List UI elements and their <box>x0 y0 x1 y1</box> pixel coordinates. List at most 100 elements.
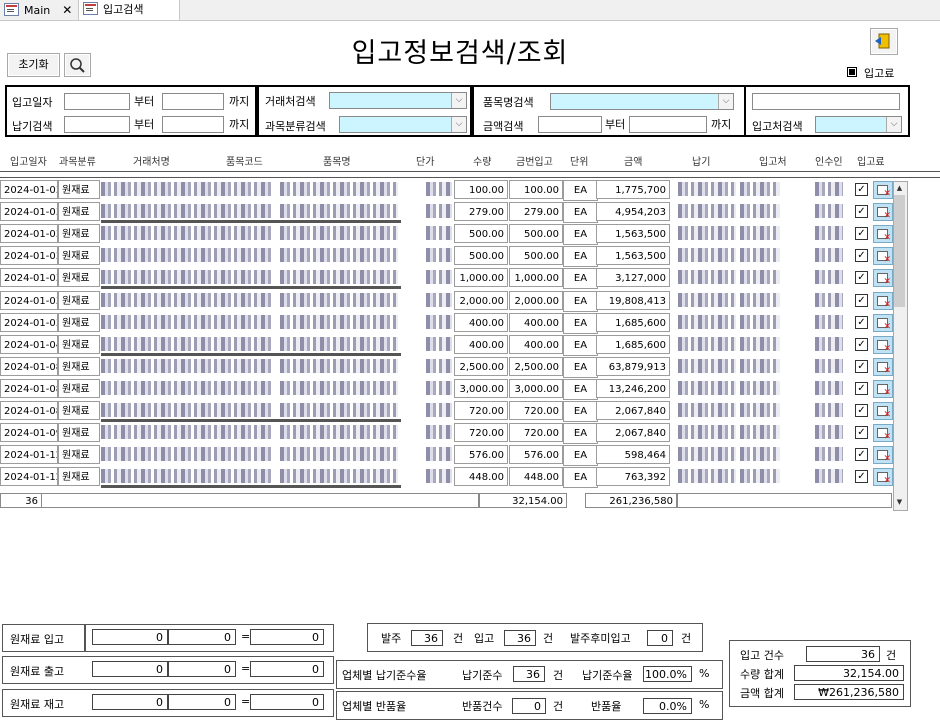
cell-category[interactable]: 원재료 <box>58 445 100 464</box>
cell-due[interactable] <box>678 381 736 395</box>
cell-in-date[interactable]: 2024-01-04 <box>0 335 58 354</box>
finished-checkbox[interactable]: ✓ <box>855 470 868 483</box>
cell-unit-price[interactable] <box>426 381 452 395</box>
cell-vendor[interactable] <box>101 337 201 351</box>
cell-acceptor[interactable] <box>815 403 843 417</box>
cell-due[interactable] <box>678 182 736 196</box>
cell-unit[interactable]: EA <box>563 268 598 289</box>
cell-amount[interactable]: 4,954,203 <box>596 202 670 221</box>
finished-checkbox[interactable]: ✓ <box>855 316 868 329</box>
scroll-up-arrow[interactable]: ▲ <box>894 183 905 194</box>
table-row[interactable]: 2024-01-03 원재료 279.00 279.00 EA 4,954,203 ✓ <box>0 201 905 223</box>
cell-item-code[interactable] <box>201 182 273 196</box>
cell-amount[interactable]: 1,563,500 <box>596 224 670 243</box>
cell-due[interactable] <box>678 248 736 262</box>
cell-unit-price[interactable] <box>426 315 452 329</box>
cell-acceptor[interactable] <box>815 469 843 483</box>
finished-checkbox[interactable]: ✓ <box>855 249 868 262</box>
cell-category[interactable]: 원재료 <box>58 401 100 420</box>
table-row[interactable]: 2024-01-09 원재료 720.00 720.00 EA 2,067,840 ✓ <box>0 422 905 444</box>
finished-checkbox[interactable]: ✓ <box>855 271 868 284</box>
cell-unit-price[interactable] <box>426 337 452 351</box>
cell-receiver[interactable] <box>740 248 780 262</box>
cell-current-in[interactable]: 400.00 <box>509 335 563 354</box>
finished-checkbox[interactable]: ✓ <box>855 205 868 218</box>
cell-category[interactable]: 원재료 <box>58 423 100 442</box>
cell-acceptor[interactable] <box>815 204 843 218</box>
close-icon[interactable]: ✕ <box>62 3 72 17</box>
cell-item-code[interactable] <box>201 315 273 329</box>
cell-item-name[interactable] <box>280 293 398 307</box>
receiver-search-combo[interactable]: ⌵ <box>815 116 902 133</box>
cell-in-date[interactable]: 2024-01-03 <box>0 291 58 310</box>
table-row[interactable]: 2024-01-03 원재료 1,000.00 1,000.00 EA 3,127,000… <box>0 267 905 289</box>
cell-item-name[interactable] <box>280 270 398 284</box>
delete-row-icon[interactable] <box>873 468 893 486</box>
cell-qty[interactable]: 500.00 <box>454 224 508 243</box>
delete-row-icon[interactable] <box>873 380 893 398</box>
cell-item-code[interactable] <box>201 447 273 461</box>
cell-qty[interactable]: 448.00 <box>454 467 508 486</box>
finished-checkbox[interactable]: ✓ <box>855 382 868 395</box>
cell-vendor[interactable] <box>101 381 201 395</box>
cell-receiver[interactable] <box>740 425 780 439</box>
in-date-to-field[interactable] <box>162 93 224 110</box>
finished-checkbox[interactable] <box>847 67 857 77</box>
cell-item-code[interactable] <box>201 337 273 351</box>
cell-acceptor[interactable] <box>815 315 843 329</box>
finished-checkbox[interactable]: ✓ <box>855 338 868 351</box>
cell-acceptor[interactable] <box>815 381 843 395</box>
cell-in-date[interactable]: 2024-01-08 <box>0 401 58 420</box>
reset-button[interactable]: 초기화 <box>7 53 60 77</box>
cell-unit[interactable]: EA <box>563 379 598 400</box>
cell-unit-price[interactable] <box>426 293 452 307</box>
cell-qty[interactable]: 2,500.00 <box>454 357 508 376</box>
cell-receiver[interactable] <box>740 293 780 307</box>
table-row[interactable]: 2024-01-12 원재료 448.00 448.00 EA 763,392 ✓ <box>0 466 905 488</box>
cell-qty[interactable]: 1,000.00 <box>454 268 508 287</box>
finished-checkbox[interactable]: ✓ <box>855 426 868 439</box>
finished-checkbox[interactable]: ✓ <box>855 227 868 240</box>
delete-row-icon[interactable] <box>873 203 893 221</box>
cell-receiver[interactable] <box>740 381 780 395</box>
cell-amount[interactable]: 13,246,200 <box>596 379 670 398</box>
cell-item-name[interactable] <box>280 204 398 218</box>
delete-row-icon[interactable] <box>873 424 893 442</box>
amount-from-field[interactable] <box>538 116 602 133</box>
cell-current-in[interactable]: 720.00 <box>509 401 563 420</box>
cell-current-in[interactable]: 2,000.00 <box>509 291 563 310</box>
cell-unit[interactable]: EA <box>563 291 598 312</box>
cell-current-in[interactable]: 720.00 <box>509 423 563 442</box>
cell-acceptor[interactable] <box>815 182 843 196</box>
table-row[interactable]: 2024-01-08 원재료 720.00 720.00 EA 2,067,840 ✓ <box>0 400 905 422</box>
cell-current-in[interactable]: 279.00 <box>509 202 563 221</box>
cell-current-in[interactable]: 2,500.00 <box>509 357 563 376</box>
cell-acceptor[interactable] <box>815 226 843 240</box>
cell-unit[interactable]: EA <box>563 423 598 444</box>
delete-row-icon[interactable] <box>873 181 893 199</box>
cell-qty[interactable]: 720.00 <box>454 401 508 420</box>
cell-unit[interactable]: EA <box>563 224 598 245</box>
cell-item-code[interactable] <box>201 270 273 284</box>
cell-in-date[interactable]: 2024-01-12 <box>0 467 58 486</box>
cell-acceptor[interactable] <box>815 447 843 461</box>
cell-item-name[interactable] <box>280 359 398 373</box>
cell-qty[interactable]: 576.00 <box>454 445 508 464</box>
cell-due[interactable] <box>678 359 736 373</box>
table-row[interactable]: 2024-01-03 원재료 500.00 500.00 EA 1,563,500 ✓ <box>0 245 905 267</box>
search-button[interactable] <box>64 53 91 77</box>
finished-checkbox[interactable]: ✓ <box>855 404 868 417</box>
cell-item-name[interactable] <box>280 469 398 483</box>
cell-vendor[interactable] <box>101 403 201 417</box>
cell-current-in[interactable]: 448.00 <box>509 467 563 486</box>
cell-in-date[interactable]: 2024-01-03 <box>0 246 58 265</box>
table-row[interactable]: 2024-01-03 원재료 100.00 100.00 EA 1,775,700 ✓ <box>0 179 905 201</box>
cell-qty[interactable]: 400.00 <box>454 335 508 354</box>
scroll-down-arrow[interactable]: ▼ <box>894 497 905 508</box>
cell-category[interactable]: 원재료 <box>58 268 100 287</box>
tab-incoming-search[interactable]: 입고검색 <box>78 0 180 20</box>
cell-vendor[interactable] <box>101 182 201 196</box>
cell-current-in[interactable]: 576.00 <box>509 445 563 464</box>
cell-in-date[interactable]: 2024-01-08 <box>0 357 58 376</box>
cell-category[interactable]: 원재료 <box>58 467 100 486</box>
